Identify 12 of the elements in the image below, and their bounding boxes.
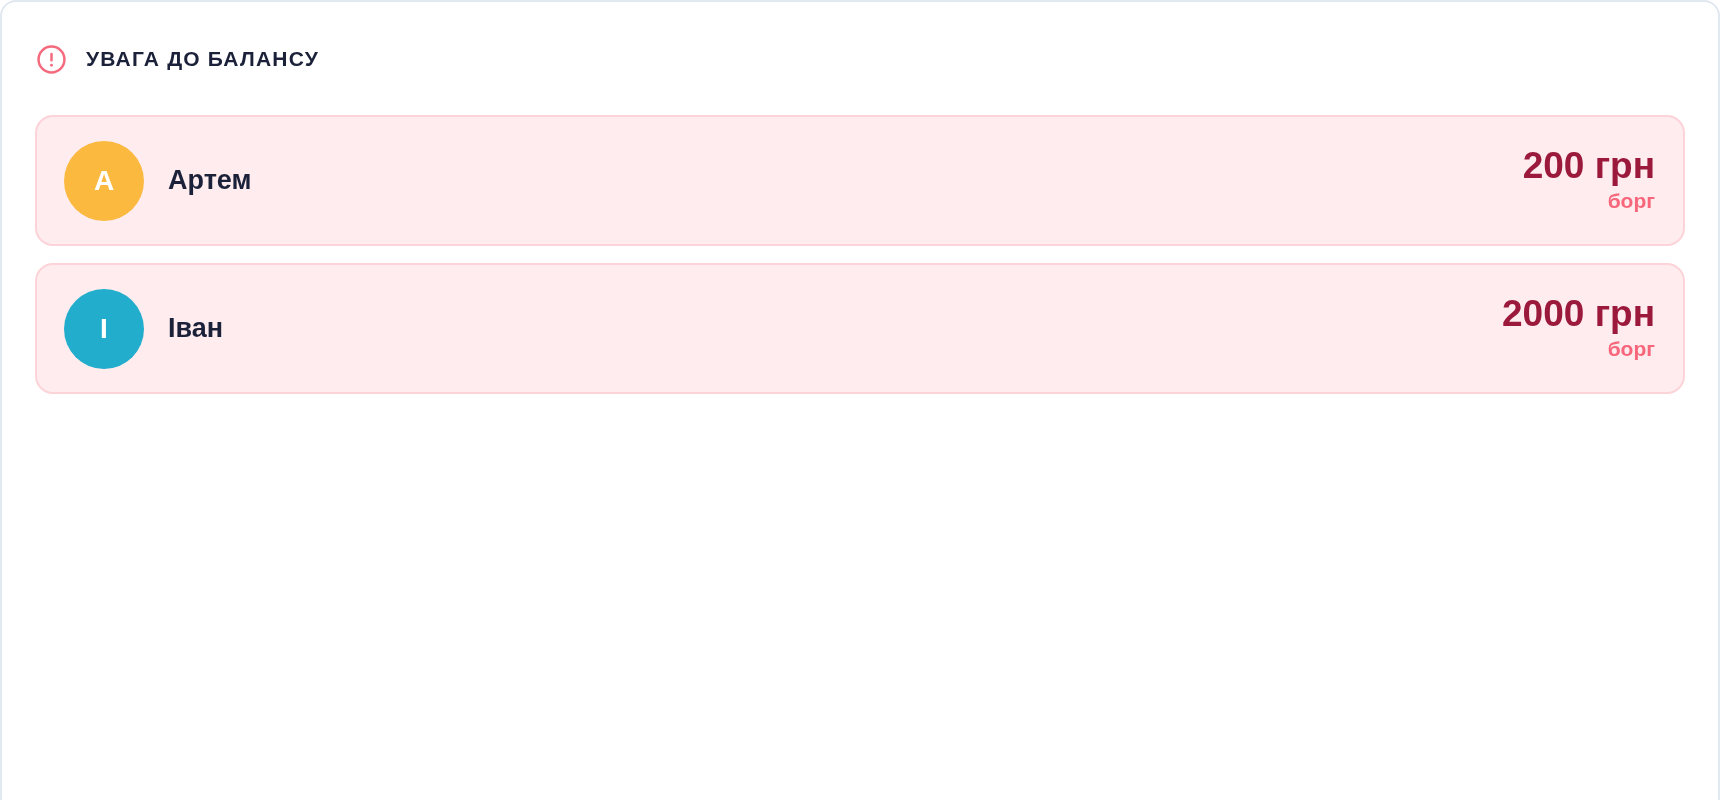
debtor-card[interactable]: І Іван 2000 грн борг (35, 263, 1685, 394)
avatar: А (64, 140, 144, 221)
avatar: І (64, 288, 144, 369)
debtor-name: Іван (168, 313, 224, 344)
debt-amount: 2000 грн (1502, 291, 1655, 336)
section-title: УВАГА ДО БАЛАНСУ (86, 47, 319, 71)
warning-icon (37, 44, 66, 74)
debt-status: борг (1607, 187, 1655, 214)
debtor-name: Артем (168, 165, 252, 196)
debtor-card[interactable]: А Артем 200 грн борг (35, 115, 1685, 246)
debt-status: борг (1607, 335, 1655, 362)
debt-amount: 200 грн (1522, 143, 1655, 188)
